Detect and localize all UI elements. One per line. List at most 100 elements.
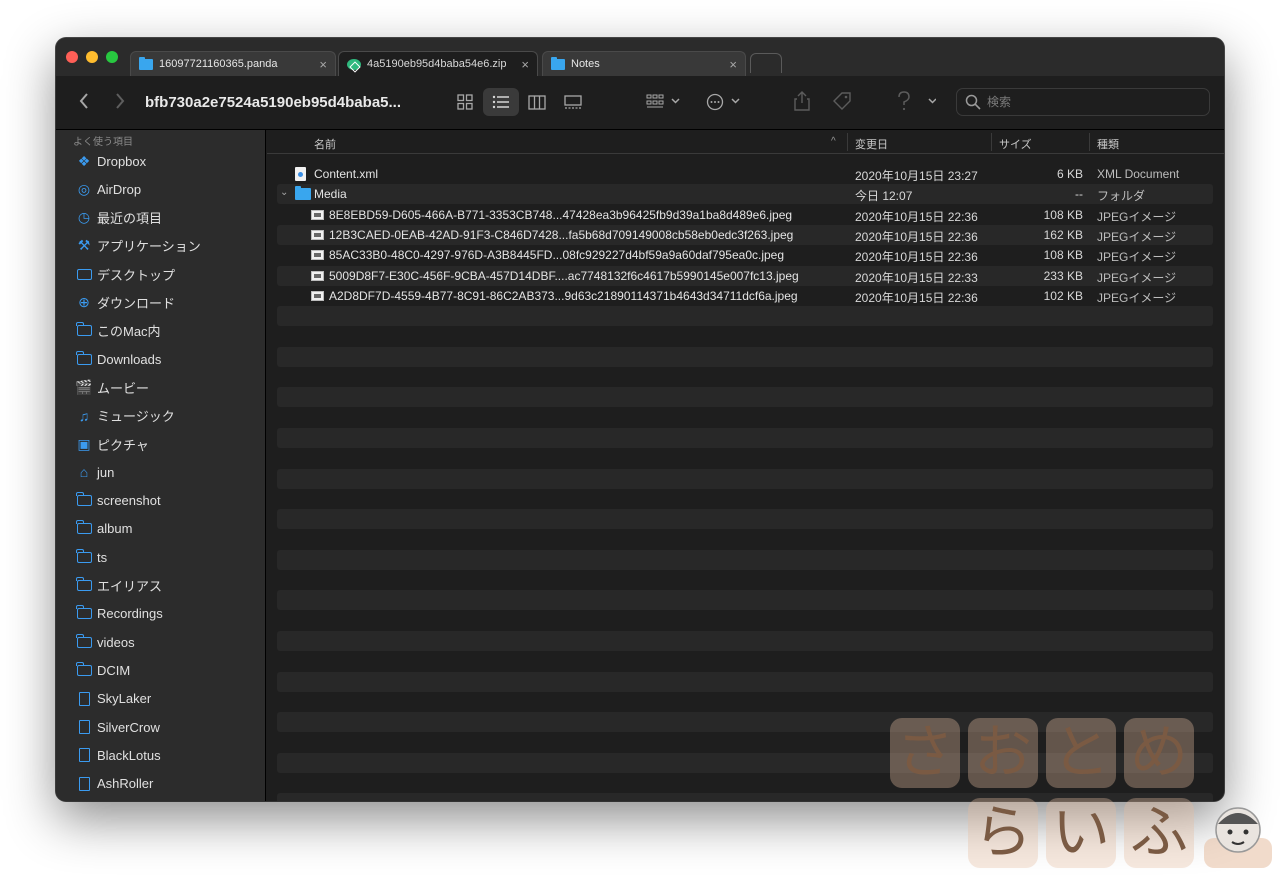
sidebar-item-dropbox[interactable]: ❖ Dropbox: [66, 148, 262, 174]
sidebar-item-label: jun: [97, 464, 115, 480]
action-menu-button[interactable]: [706, 93, 742, 114]
path-title: bfb730a2e7524a5190eb95d4baba5...: [145, 94, 402, 111]
column-kind-header[interactable]: 種類: [1097, 136, 1119, 152]
sidebar-item-label: エイリアス: [97, 579, 163, 594]
tab-zip[interactable]: 4a5190eb95d4baba54e6.zip ×: [338, 51, 538, 76]
file-row-image[interactable]: 8E8EBD59-D605-466A-B771-3353CB748...4742…: [277, 205, 1213, 225]
icon-view-button[interactable]: [447, 88, 483, 116]
sidebar-item-screenshot[interactable]: screenshot: [66, 488, 262, 514]
file-kind: JPEGイメージ: [1097, 209, 1177, 224]
file-kind: フォルダ: [1097, 189, 1146, 204]
sidebar-item-ピクチャ[interactable]: ▣ ピクチャ: [66, 431, 262, 457]
column-name-header[interactable]: 名前: [314, 136, 336, 152]
sidebar-item-エイリアス[interactable]: エイリアス: [66, 573, 262, 599]
close-window-button[interactable]: [66, 51, 78, 63]
sidebar-item-ts[interactable]: ts: [66, 544, 262, 570]
column-date-header[interactable]: 変更日: [855, 136, 888, 152]
chevron-right-icon[interactable]: [114, 92, 126, 113]
sidebar-item-downloads[interactable]: Downloads: [66, 346, 262, 372]
sidebar: よく使う項目 ❖ Dropbox ◎ AirDrop ◷ 最近の項目 ⚒ アプリケーション デス…: [56, 130, 266, 801]
column-divider[interactable]: [847, 133, 848, 151]
empty-row: [277, 590, 1213, 611]
disclosure-chevron-icon[interactable]: ⌄: [280, 187, 288, 198]
column-divider[interactable]: [1089, 133, 1090, 151]
chevron-left-icon[interactable]: [78, 92, 90, 113]
file-kind: JPEGイメージ: [1097, 270, 1177, 285]
file-row-image[interactable]: 12B3CAED-0EAB-42AD-91F3-C846D7428...fa5b…: [277, 224, 1213, 245]
file-date: 2020年10月15日 22:36: [855, 209, 978, 224]
sidebar-item-blacklotus[interactable]: BlackLotus: [66, 742, 262, 768]
tab-close-icon[interactable]: ×: [521, 57, 529, 72]
sidebar-item-label: このMac内: [97, 324, 161, 340]
new-tab-button[interactable]: [750, 53, 782, 73]
empty-row: [277, 509, 1213, 530]
watermark-char: お: [973, 718, 1032, 786]
tab-close-icon[interactable]: ×: [729, 57, 737, 72]
file-row-image[interactable]: 85AC33B0-48C0-4297-976D-A3B8445FD...08fc…: [277, 245, 1213, 265]
watermark-tile: ら: [968, 798, 1038, 868]
file-row-image[interactable]: A2D8DF7D-4559-4B77-8C91-86C2AB373...9d63…: [277, 286, 1213, 306]
sidebar-item-label: ムービー: [97, 380, 150, 396]
file-row[interactable]: Content.xml 2020年10月15日 23:27 6 KB XML Docu…: [277, 164, 1213, 184]
file-name: Content.xml: [314, 167, 379, 181]
column-size-header[interactable]: サイズ: [999, 136, 1032, 152]
help-icon[interactable]: [896, 91, 937, 114]
folder-icon: [74, 520, 94, 537]
file-row-image[interactable]: 5009D8F7-E30C-456F-9CBA-457D14DBF....ac7…: [277, 265, 1213, 286]
sidebar-item-ミュージック[interactable]: ♫ ミュージック: [66, 403, 262, 429]
empty-row: [277, 387, 1213, 408]
file-name: 85AC33B0-48C0-4297-976D-A3B8445FD...08fc…: [329, 248, 785, 263]
sidebar-item-ashroller[interactable]: AshRoller: [66, 771, 262, 797]
file-name: 8E8EBD59-D605-466A-B771-3353CB748...4742…: [329, 207, 793, 222]
share-icon[interactable]: [794, 91, 810, 114]
column-divider[interactable]: [991, 133, 992, 151]
folder-icon: [74, 548, 94, 565]
sidebar-item-label: ts: [97, 549, 108, 565]
sidebar-item-silvercrow[interactable]: SilverCrow: [66, 714, 262, 740]
sidebar-item-label: SkyLaker: [97, 691, 152, 707]
sidebar-item-ダウンロード[interactable]: ⊕ ダウンロード: [66, 290, 262, 316]
tag-icon[interactable]: [832, 91, 852, 114]
movie-icon: 🎬: [75, 378, 93, 395]
dropbox-icon: ❖: [77, 152, 91, 169]
folder-row[interactable]: ⌄ Media 今日 12:07 -- フォルダ: [277, 184, 1213, 205]
sidebar-item-label: 最近の項目: [97, 211, 163, 227]
file-list: 名前 ^ 変更日 サイズ 種類 Content.xml 2020年10月15日 2…: [267, 130, 1224, 801]
tab-panda[interactable]: 16097721160365.panda ×: [130, 51, 336, 76]
picture-icon: ▣: [77, 435, 91, 452]
sidebar-item-skylaker[interactable]: SkyLaker: [66, 686, 262, 712]
sidebar-item-jun[interactable]: ⌂ jun: [66, 459, 262, 485]
sidebar-item-label: AirDrop: [97, 181, 142, 197]
minimize-window-button[interactable]: [86, 51, 98, 63]
list-view-button[interactable]: [483, 88, 519, 116]
sidebar-item-album[interactable]: album: [66, 516, 262, 542]
file-date: 2020年10月15日 23:27: [855, 169, 978, 183]
group-by-button[interactable]: [646, 93, 682, 114]
document-icon: [74, 747, 94, 763]
sidebar-item-videos[interactable]: videos: [66, 629, 262, 655]
xml-document-icon: [295, 167, 306, 181]
document-icon: [74, 691, 94, 707]
ellipsis-circle-icon: [706, 93, 740, 111]
tab-close-icon[interactable]: ×: [319, 57, 327, 72]
maximize-window-button[interactable]: [106, 51, 118, 63]
sidebar-item-dcim[interactable]: DCIM: [66, 657, 262, 683]
sidebar-item-label: album: [97, 521, 133, 537]
sidebar-item-label: videos: [97, 634, 135, 650]
folder-icon: [74, 492, 94, 509]
sidebar-item-ムービー[interactable]: 🎬 ムービー: [66, 374, 262, 400]
file-name: A2D8DF7D-4559-4B77-8C91-86C2AB373...9d63…: [329, 288, 798, 303]
watermark-char: ら: [973, 798, 1032, 866]
tab-notes[interactable]: Notes ×: [542, 51, 746, 76]
sidebar-item-最近の項目[interactable]: ◷ 最近の項目: [66, 205, 262, 231]
search-input[interactable]: [987, 95, 1187, 109]
sidebar-item-このmac内[interactable]: このMac内: [66, 318, 262, 344]
sidebar-item-デスクトップ[interactable]: デスクトップ: [66, 261, 262, 287]
gallery-view-button[interactable]: [555, 88, 591, 116]
sidebar-item-recordings[interactable]: Recordings: [66, 601, 262, 627]
search-field[interactable]: [956, 88, 1210, 116]
column-view-button[interactable]: [519, 88, 555, 116]
sidebar-item-airdrop[interactable]: ◎ AirDrop: [66, 176, 262, 202]
image-icon: [311, 229, 324, 240]
sidebar-item-アプリケーション[interactable]: ⚒ アプリケーション: [66, 233, 262, 259]
